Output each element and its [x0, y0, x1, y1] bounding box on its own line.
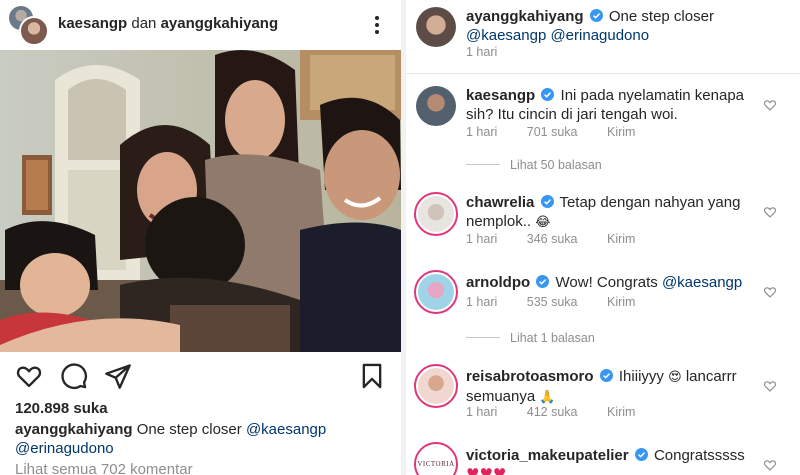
- comment-likes[interactable]: 535 suka: [527, 295, 578, 309]
- comment-meta: 1 hari 535 suka Kirim: [466, 295, 661, 309]
- pray-emoji: 🙏: [539, 390, 556, 405]
- post-panel: kaesangp dan ayanggkahiyang 120.898 suka…: [0, 0, 401, 475]
- verified-badge-icon: [589, 9, 603, 22]
- comment: kaesangp Ini pada nyelamatin kenapa sih?…: [466, 86, 766, 124]
- caption-mention[interactable]: @kaesangp: [246, 421, 326, 438]
- caption-comment: ayanggkahiyang One step closer @kaesangp…: [466, 7, 766, 45]
- comment-likes[interactable]: 346 suka: [527, 232, 578, 246]
- comment: victoria_makeupatelier Congratsssss ♥♥♥: [466, 446, 766, 475]
- comment-mention[interactable]: @erinagudono: [550, 27, 649, 44]
- avatar[interactable]: [416, 86, 456, 126]
- post-header: kaesangp dan ayanggkahiyang: [0, 0, 401, 50]
- comment-text: Congratsssss: [653, 447, 745, 464]
- avatar: [19, 16, 49, 46]
- caption-mention[interactable]: @erinagudono: [15, 440, 114, 457]
- comment-time: 1 hari: [466, 125, 498, 139]
- comment-mention[interactable]: @kaesangp: [466, 27, 546, 44]
- comment-username[interactable]: reisabrotoasmoro: [466, 368, 594, 385]
- comment-meta: 1 hari 346 suka Kirim: [466, 232, 661, 246]
- laughing-emoji: 😂: [535, 215, 551, 230]
- heart-icon[interactable]: [763, 98, 777, 112]
- heart-icon[interactable]: [763, 205, 777, 219]
- collab-avatars[interactable]: [7, 4, 49, 46]
- like-count[interactable]: 120.898 suka: [15, 400, 108, 417]
- comment-time: 1 hari: [466, 45, 498, 59]
- comment-username[interactable]: arnoldpo: [466, 274, 530, 291]
- comment-icon[interactable]: [60, 362, 88, 390]
- author-username[interactable]: ayanggkahiyang: [161, 15, 279, 32]
- reply-button[interactable]: Kirim: [607, 295, 635, 309]
- avatar[interactable]: [414, 364, 458, 408]
- comment: chawrelia Tetap dengan nahyan yang nempl…: [466, 193, 766, 232]
- verified-badge-icon: [540, 195, 554, 208]
- comment-meta: 1 hari 701 suka Kirim: [466, 125, 661, 139]
- hearts-emoji: ♥♥♥: [466, 465, 507, 475]
- verified-badge-icon: [536, 275, 550, 288]
- reply-button[interactable]: Kirim: [607, 232, 635, 246]
- verified-badge-icon: [599, 369, 613, 382]
- view-all-comments-link[interactable]: Lihat semua 702 komentar: [15, 461, 193, 475]
- verified-badge-icon: [541, 88, 555, 101]
- heart-icon[interactable]: [15, 362, 43, 390]
- author-conjunction: dan: [131, 15, 157, 32]
- comment-username[interactable]: victoria_makeupatelier: [466, 447, 629, 464]
- heart-eyes-emoji: 😍: [668, 370, 682, 385]
- comment: arnoldpo Wow! Congrats @kaesangp: [466, 273, 766, 292]
- heart-icon[interactable]: [763, 285, 777, 299]
- comment: reisabrotoasmoro Ihiiiyyy 😍 lancarrr sem…: [466, 367, 766, 407]
- comment-time: 1 hari: [466, 232, 498, 246]
- comment-mention[interactable]: @kaesangp: [662, 274, 742, 291]
- avatar-logo-text: VICTORIA: [417, 446, 454, 475]
- comment-meta: 1 hari 412 suka Kirim: [466, 405, 661, 419]
- comment-time: 1 hari: [466, 405, 498, 419]
- share-icon[interactable]: [104, 362, 132, 390]
- avatar[interactable]: VICTORIA: [414, 442, 458, 475]
- comment-text: Wow! Congrats: [555, 274, 658, 291]
- comment-username[interactable]: chawrelia: [466, 194, 534, 211]
- view-replies-link[interactable]: Lihat 1 balasan: [466, 331, 595, 345]
- more-options-icon[interactable]: [370, 14, 384, 36]
- divider: [406, 73, 800, 74]
- heart-icon[interactable]: [763, 458, 777, 472]
- comment-username[interactable]: kaesangp: [466, 87, 535, 104]
- post-caption: ayanggkahiyang One step closer @kaesangp…: [15, 420, 395, 458]
- avatar[interactable]: [414, 192, 458, 236]
- comment-time: 1 hari: [466, 295, 498, 309]
- post-authors[interactable]: kaesangp dan ayanggkahiyang: [58, 15, 278, 32]
- avatar[interactable]: [414, 270, 458, 314]
- author-username[interactable]: kaesangp: [58, 15, 127, 32]
- comment-text: Ihiiiyyy: [618, 368, 664, 385]
- bookmark-icon[interactable]: [358, 362, 386, 390]
- reply-button[interactable]: Kirim: [607, 125, 635, 139]
- comment-meta: 1 hari: [466, 45, 523, 59]
- caption-username[interactable]: ayanggkahiyang: [15, 421, 133, 438]
- comment-likes[interactable]: 701 suka: [527, 125, 578, 139]
- heart-icon[interactable]: [763, 379, 777, 393]
- post-actions: [0, 360, 401, 392]
- comment-likes[interactable]: 412 suka: [527, 405, 578, 419]
- comment-username[interactable]: ayanggkahiyang: [466, 8, 584, 25]
- caption-text: One step closer: [136, 421, 242, 438]
- comment-text: One step closer: [608, 8, 714, 25]
- comments-panel: ayanggkahiyang One step closer @kaesangp…: [406, 0, 800, 475]
- avatar[interactable]: [416, 7, 456, 47]
- verified-badge-icon: [634, 448, 648, 461]
- reply-button[interactable]: Kirim: [607, 405, 635, 419]
- post-photo[interactable]: [0, 50, 401, 352]
- view-replies-link[interactable]: Lihat 50 balasan: [466, 158, 602, 172]
